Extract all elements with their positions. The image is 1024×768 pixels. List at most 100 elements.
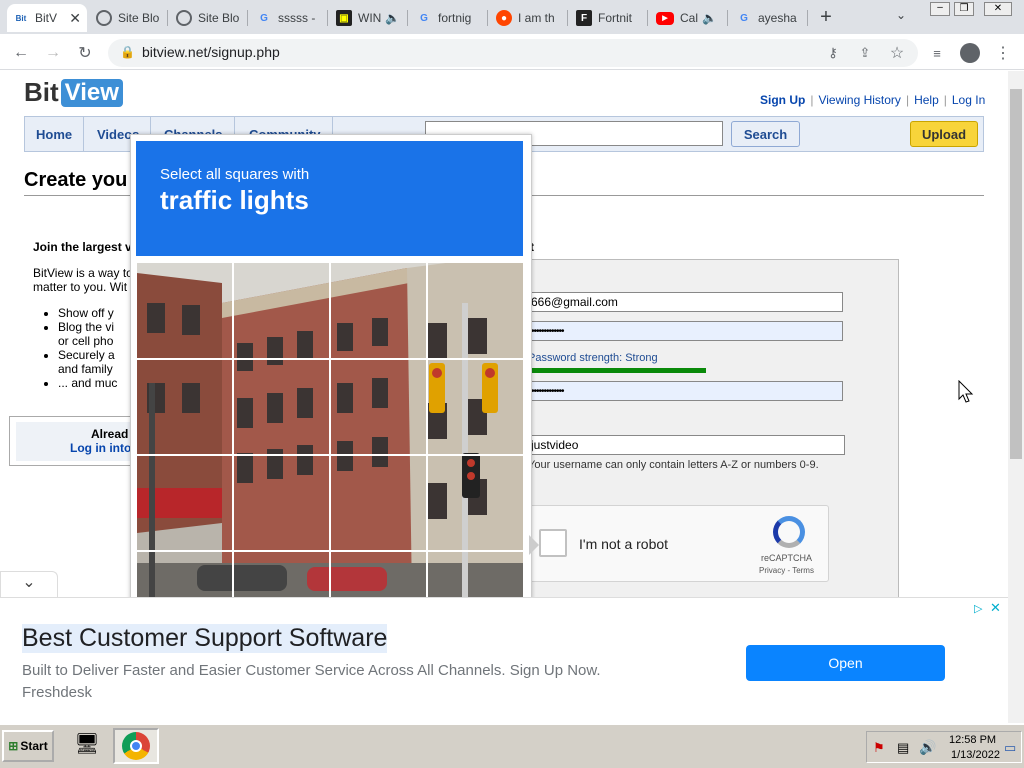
logo-view: View <box>60 78 123 107</box>
minimize-icon[interactable]: – <box>930 2 950 16</box>
tab-fortnite[interactable]: F Fortnit <box>570 4 648 32</box>
recaptcha-logo-icon <box>773 516 805 548</box>
recaptcha-label: I'm not a robot <box>579 536 669 552</box>
tab-title: BitV <box>35 11 58 25</box>
password-strength-bar <box>528 368 824 373</box>
tab-bitview[interactable]: Bit BitV ✕ <box>7 4 87 32</box>
recaptcha-widget: I'm not a robot reCAPTCHA Privacy - Term… <box>524 505 829 582</box>
intro-text: BitView is a way to matter to you. Wit <box>33 266 133 294</box>
tab-title: Site Blo <box>118 11 160 25</box>
start-button[interactable]: ⊞ Start <box>2 730 54 762</box>
menu-icon[interactable]: ⋮ <box>990 40 1016 66</box>
clock-date[interactable]: 1/13/2022 <box>951 749 1000 761</box>
scrollbar[interactable] <box>1008 71 1024 723</box>
already-member-text: Alread <box>91 427 129 441</box>
ad-open-button[interactable]: Open <box>746 645 945 681</box>
email-field[interactable]: 666@gmail.com <box>524 292 843 312</box>
logo-bit: Bit <box>24 77 59 107</box>
password-strength-fill <box>528 368 706 373</box>
username-hint: Your username can only contain letters A… <box>528 459 819 471</box>
restore-icon[interactable]: ❐ <box>954 2 974 16</box>
list-item: Show off y <box>58 306 117 320</box>
forward-icon[interactable]: → <box>40 40 66 66</box>
security-alert-icon[interactable]: ⚑ <box>873 740 885 756</box>
confirm-password-field[interactable]: ••••••••••••• <box>524 381 843 401</box>
remote-desktop-icon[interactable]: 🖥 <box>72 731 102 761</box>
ad-close-icon[interactable]: ✕ <box>990 600 1001 616</box>
google-icon: G <box>260 12 268 24</box>
signup-link[interactable]: Sign Up <box>760 93 805 107</box>
adchoices-icon[interactable]: ▷ <box>974 602 982 615</box>
tab-win[interactable]: ▣ WIN 🔈 <box>330 4 408 32</box>
captcha-instruction: Select all squares with <box>160 166 310 183</box>
feature-list: Show off y Blog the vi or cell pho Secur… <box>58 306 117 390</box>
clock-time[interactable]: 12:58 PM <box>949 734 996 746</box>
captcha-target: traffic lights <box>160 185 309 215</box>
reading-list-icon[interactable]: ≡ <box>924 40 950 66</box>
scroll-thumb[interactable] <box>1010 89 1022 459</box>
tab-title: fortnig <box>438 11 472 25</box>
recaptcha-privacy-terms[interactable]: Privacy - Terms <box>759 566 814 575</box>
nav-home[interactable]: Home <box>25 117 85 151</box>
tab-title: Fortnit <box>598 11 633 25</box>
volume-icon[interactable]: 🔊 <box>919 739 936 756</box>
tab-site-blocked-2[interactable]: Site Blo <box>170 4 248 32</box>
share-icon[interactable]: ⇪ <box>852 40 878 66</box>
back-icon[interactable]: ← <box>8 40 34 66</box>
url-text[interactable]: bitview.net/signup.php <box>142 44 280 60</box>
tab-google-sssss[interactable]: G sssss - <box>250 4 328 32</box>
page-title: Create you <box>24 169 128 191</box>
tab-title: WIN <box>358 11 382 25</box>
ad-title[interactable]: Best Customer Support Software <box>22 624 388 653</box>
already-member-box: Alread Log in into <box>9 416 140 466</box>
mouse-cursor-icon <box>958 380 974 403</box>
upload-button[interactable]: Upload <box>910 121 978 147</box>
collapse-ad-chevron-icon[interactable]: ⌄ <box>0 571 58 597</box>
recaptcha-checkbox[interactable] <box>539 529 567 557</box>
audio-icon: 🔈 <box>702 11 717 25</box>
login-into-link[interactable]: Log in into <box>70 441 131 455</box>
ad-banner: Best Customer Support Software Built to … <box>0 597 1008 723</box>
tab-google-fortnite[interactable]: G fortnig <box>410 4 488 32</box>
viewing-history-link[interactable]: Viewing History <box>818 93 900 107</box>
password-field[interactable]: ••••••••••••• <box>524 321 843 341</box>
globe-icon <box>176 10 192 26</box>
password-strength-label: Password strength: Strong <box>528 352 658 364</box>
username-field[interactable]: justvideo <box>524 435 845 455</box>
join-heading: Join the largest v <box>33 240 132 254</box>
login-link[interactable]: Log In <box>952 93 985 107</box>
search-button[interactable]: Search <box>731 121 800 147</box>
tab-google-ayesha[interactable]: G ayesha <box>730 4 808 32</box>
windows-taskbar: ⊞ Start 🖥 ⚑ ▤ 🔊 12:58 PM 1/13/2022 ▭ <box>0 724 1024 768</box>
site-logo[interactable]: Bit View <box>24 77 123 108</box>
chrome-taskbar-button[interactable] <box>113 728 159 764</box>
profile-avatar[interactable] <box>960 43 980 63</box>
list-item: or cell pho <box>58 334 114 348</box>
fortnite-icon: F <box>576 10 592 26</box>
tab-reddit[interactable]: ● I am th <box>490 4 568 32</box>
top-links: Sign Up | Viewing History | Help | Log I… <box>760 93 986 107</box>
help-link[interactable]: Help <box>914 93 939 107</box>
close-icon[interactable]: ✕ <box>69 10 81 27</box>
new-tab-button[interactable]: + <box>814 6 838 30</box>
google-icon: G <box>420 12 428 24</box>
tab-site-blocked-1[interactable]: Site Blo <box>90 4 168 32</box>
tab-search-icon[interactable]: ⌄ <box>896 8 906 22</box>
network-icon[interactable]: ▤ <box>897 740 909 756</box>
window-close-icon[interactable]: ✕ <box>984 2 1012 16</box>
show-desktop-icon[interactable]: ▭ <box>1004 740 1016 756</box>
list-item: and family <box>58 362 113 376</box>
bookmark-star-icon[interactable]: ☆ <box>884 40 910 66</box>
tab-title: Cal <box>680 11 699 25</box>
audio-icon: 🔈 <box>385 11 401 25</box>
tab-youtube[interactable]: ▶ Cal 🔈 <box>650 4 728 32</box>
key-icon[interactable]: ⚷ <box>820 40 846 66</box>
reload-icon[interactable]: ↻ <box>72 40 98 66</box>
chrome-icon <box>122 732 150 760</box>
ad-brand: Freshdesk <box>22 684 93 701</box>
popup-pointer <box>529 535 539 555</box>
start-label: Start <box>20 739 48 753</box>
list-item: Blog the vi <box>58 320 117 334</box>
list-item: ... and muc <box>58 376 117 390</box>
app-icon: ▣ <box>336 10 352 26</box>
